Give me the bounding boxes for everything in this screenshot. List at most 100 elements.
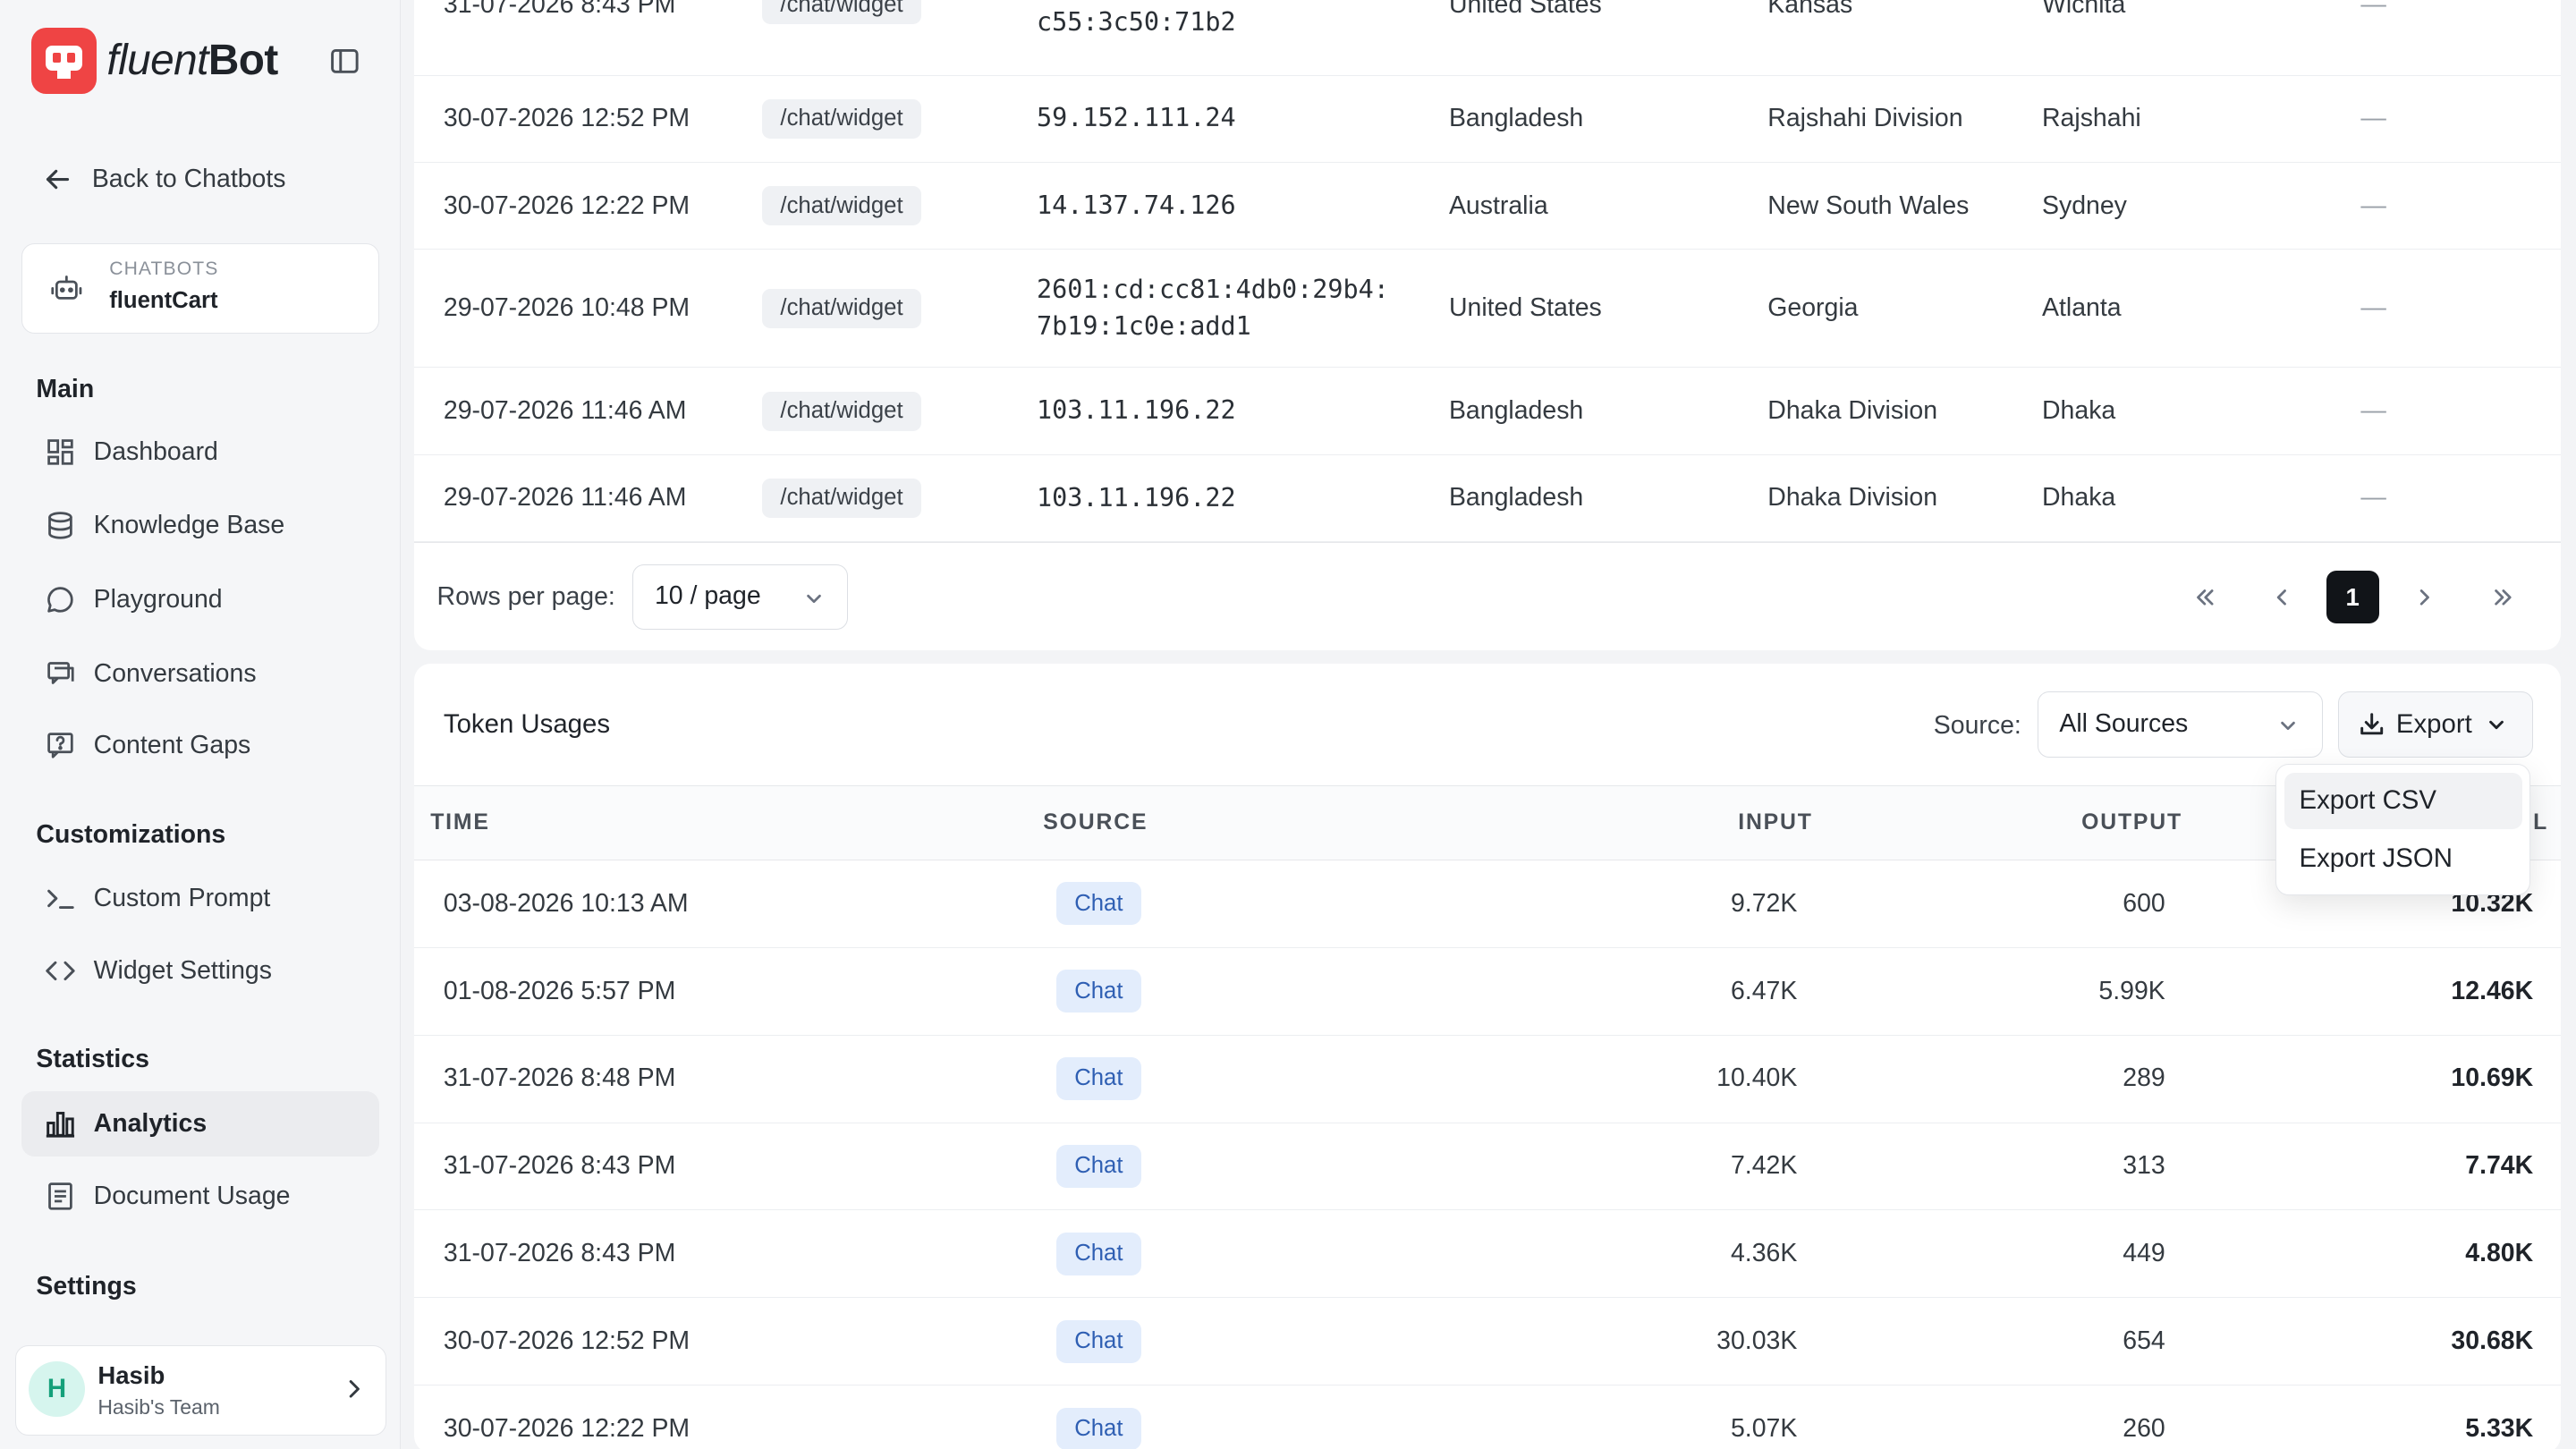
sidebar-item-playground[interactable]: Playground [21, 567, 379, 632]
terminal-icon [47, 889, 74, 910]
sidebar-item-widget-settings[interactable]: Widget Settings [21, 938, 379, 1004]
sidebar-item-custom-prompt[interactable]: Custom Prompt [21, 866, 379, 931]
visitor-ip: 2601:cd:cc81:4db0:29b4: 7b19:1c0e:add1 [1036, 275, 1389, 341]
visitor-country: Bangladesh [1448, 396, 1584, 426]
visitor-city: Dhaka [2042, 396, 2116, 426]
bot-icon [51, 275, 82, 300]
back-to-chatbots-link[interactable]: Back to Chatbots [43, 165, 286, 194]
chevron-down-icon [2489, 720, 2504, 730]
token-input: 30.03K [1716, 1326, 1798, 1356]
last-page-button[interactable] [2478, 571, 2530, 623]
chevron-down-icon [2280, 721, 2295, 731]
prev-page-button[interactable] [2256, 571, 2309, 623]
token-output: 313 [2123, 1151, 2165, 1181]
brand[interactable]: fluentBot [30, 28, 278, 94]
sidebar-item-conversations[interactable]: Conversations [21, 640, 379, 706]
database-icon [47, 512, 72, 539]
table-row: 31-07-2026 8:43 PM Chat 7.42K 313 7.74K [413, 1123, 2562, 1211]
chatbot-selector[interactable]: CHATBOTS fluentCart [21, 242, 380, 334]
visitor-path-badge: /chat/widget [762, 391, 921, 431]
visitor-extra: — [2360, 0, 2386, 19]
chevron-right-icon [2419, 589, 2429, 606]
token-output: 600 [2123, 888, 2165, 918]
visitor-region: Georgia [1767, 293, 1859, 323]
visitor-city: Dhaka [2042, 483, 2116, 513]
sidebar-item-document-usage[interactable]: Document Usage [21, 1163, 379, 1228]
sidebar-item-knowledge-base[interactable]: Knowledge Base [21, 493, 379, 558]
visitor-path-badge: /chat/widget [762, 0, 921, 25]
arrow-left-icon [46, 169, 69, 189]
visitor-city: Rajshahi [2042, 104, 2141, 133]
token-total: 4.80K [2465, 1239, 2534, 1268]
chevron-down-icon [807, 594, 821, 603]
source-filter-select[interactable]: All Sources [2037, 691, 2324, 758]
visitor-extra: — [2360, 293, 2386, 323]
page-button-current[interactable]: 1 [2326, 571, 2379, 624]
token-total: 7.74K [2465, 1151, 2534, 1181]
visitor-time: 30-07-2026 12:22 PM [443, 191, 691, 220]
sidebar-item-label: Content Gaps [93, 731, 251, 760]
visitor-country: United States [1448, 293, 1602, 323]
next-page-button[interactable] [2399, 571, 2452, 623]
source-badge: Chat [1055, 970, 1141, 1013]
visitor-time: 29-07-2026 11:46 AM [443, 396, 687, 426]
dashboard-icon [47, 438, 73, 465]
rows-per-page-value: 10 / page [654, 581, 761, 611]
visitor-extra: — [2360, 396, 2386, 426]
visitor-region: Dhaka Division [1767, 483, 1938, 513]
source-filter-label: Source: [1933, 711, 2021, 741]
column-header-total[interactable]: L [2533, 810, 2548, 835]
visitor-row: 30-07-2026 12:52 PM/chat/widget 59.152.11… [413, 76, 2562, 163]
token-output: 289 [2123, 1063, 2165, 1093]
section-settings: Settings [36, 1271, 137, 1301]
token-output: 5.99K [2098, 976, 2165, 1005]
visitor-ip: 103.11.196.22 [1036, 482, 1236, 513]
visitor-ip: 103.11.196.22 [1036, 395, 1236, 426]
visitor-path-badge: /chat/widget [762, 288, 921, 328]
token-time: 01-08-2026 5:57 PM [443, 976, 676, 1005]
code-icon [45, 961, 75, 981]
rows-per-page-select[interactable]: 10 / page [632, 564, 848, 631]
chatbot-card-label: CHATBOTS [109, 258, 219, 280]
token-usages-card: Token Usages Source: All Sources Export … [413, 664, 2562, 1449]
visitor-row: 31-07-2026 8:43 PM/chat/widget 2600:2603:… [413, 0, 2562, 76]
sidebar: fluentBot Back to Chatbots CHATBOTS flue… [0, 0, 402, 1449]
sidebar-item-dashboard[interactable]: Dashboard [21, 419, 379, 484]
export-csv-option[interactable]: Export CSV [2284, 773, 2523, 829]
section-customizations: Customizations [36, 819, 226, 849]
column-header-input[interactable]: INPUT [1738, 810, 1813, 835]
download-icon [2360, 713, 2383, 735]
table-row: 31-07-2026 8:43 PM Chat 4.36K 449 4.80K [413, 1211, 2562, 1299]
token-total: 10.69K [2451, 1063, 2534, 1093]
export-button[interactable]: Export [2337, 691, 2534, 758]
source-badge: Chat [1055, 1232, 1141, 1275]
column-header-time[interactable]: TIME [430, 810, 490, 835]
sidebar-item-label: Playground [93, 584, 223, 614]
visitor-row: 29-07-2026 11:46 AM/chat/widget 103.11.19… [413, 368, 2562, 455]
user-account-menu[interactable]: H Hasib Hasib's Team [14, 1345, 386, 1436]
section-main: Main [36, 374, 95, 403]
column-header-output[interactable]: OUTPUT [2081, 810, 2182, 835]
first-page-button[interactable] [2178, 571, 2231, 623]
token-input: 6.47K [1730, 976, 1798, 1005]
visitor-ip: 14.137.74.126 [1036, 190, 1236, 220]
document-icon [47, 1182, 72, 1210]
sidebar-item-label: Analytics [93, 1108, 208, 1138]
token-output: 260 [2123, 1414, 2165, 1443]
chevrons-left-icon [2197, 589, 2214, 606]
token-table-header: TIME SOURCE INPUT OUTPUT L [413, 784, 2562, 861]
visitor-ip: 59.152.111.24 [1036, 103, 1236, 133]
sidebar-item-label: Document Usage [93, 1181, 291, 1210]
sidebar-item-analytics[interactable]: Analytics [21, 1090, 380, 1157]
visitor-ip: 2600:2603:9081:0:19c7:b c55:3c50:71b2 [1036, 0, 1389, 38]
token-time: 30-07-2026 12:22 PM [443, 1414, 691, 1443]
sidebar-item-label: Dashboard [93, 436, 218, 466]
sidebar-toggle-icon[interactable] [328, 45, 361, 78]
sidebar-item-content-gaps[interactable]: Content Gaps [21, 713, 379, 778]
visitor-extra: — [2360, 191, 2386, 220]
visitor-country: United States [1448, 0, 1602, 19]
export-json-option[interactable]: Export JSON [2284, 831, 2522, 886]
sidebar-item-label: Custom Prompt [93, 884, 271, 913]
visitors-card: 31-07-2026 8:43 PM/chat/widget 2600:2603:… [413, 0, 2562, 651]
column-header-source[interactable]: SOURCE [1043, 810, 1148, 835]
